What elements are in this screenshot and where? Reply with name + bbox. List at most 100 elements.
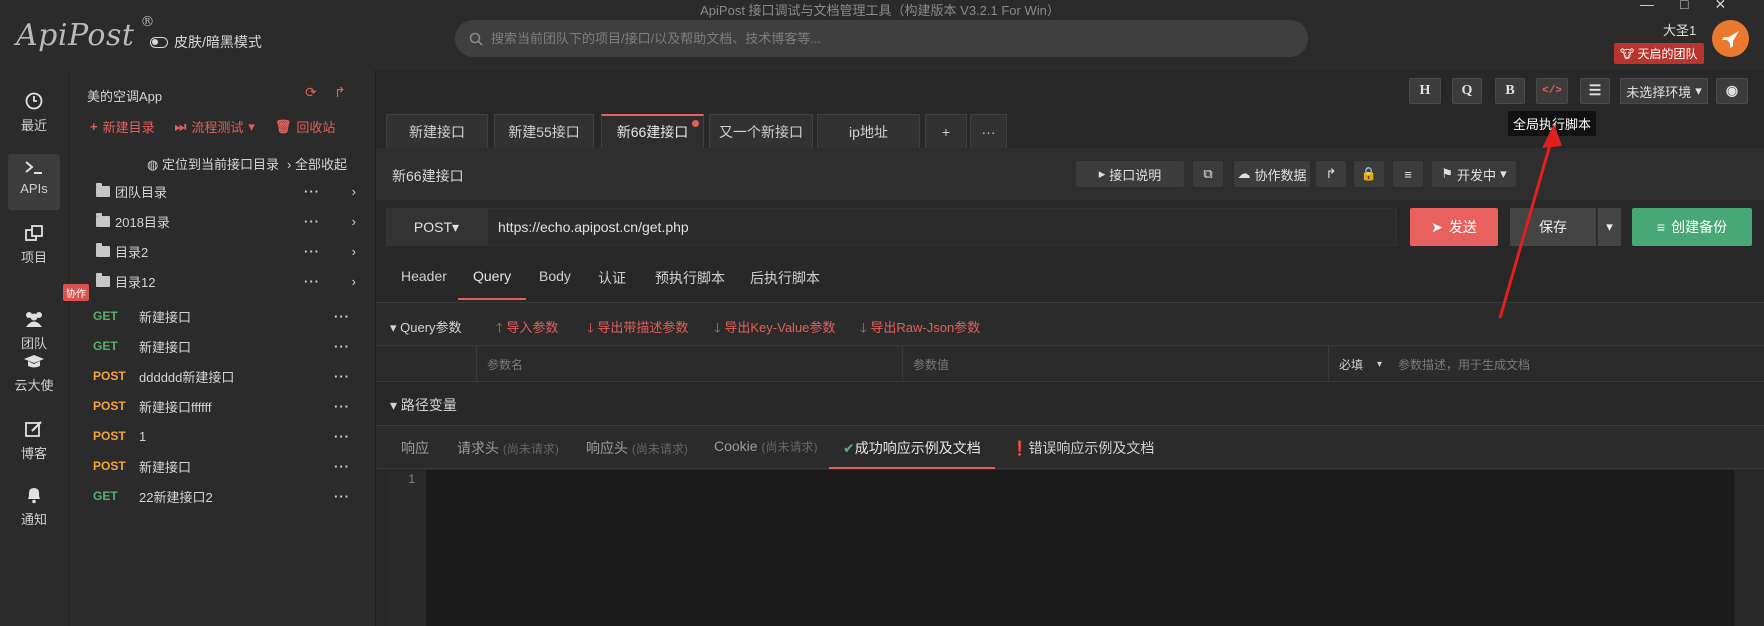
nav-label: 项目: [20, 250, 47, 265]
database-button[interactable]: ≡: [1393, 161, 1423, 187]
maximize-button[interactable]: □: [1680, 0, 1688, 13]
folder-row[interactable]: 目录12 ··· ›: [88, 267, 356, 295]
more-icon[interactable]: ···: [334, 399, 350, 414]
refresh-icon[interactable]: ⟳: [305, 84, 317, 101]
tab-api[interactable]: 又一个新接口: [709, 114, 813, 148]
api-row[interactable]: POST 新建接口 ···: [93, 452, 355, 480]
tab-body[interactable]: Body: [539, 268, 571, 300]
global-search[interactable]: [455, 20, 1308, 57]
recycle-button[interactable]: 🗑 回收站: [275, 117, 336, 136]
url-field[interactable]: [487, 208, 1397, 246]
bold-button[interactable]: B: [1495, 78, 1525, 104]
export-desc-button[interactable]: 🡓 导出带描述参数: [587, 317, 688, 341]
url-input[interactable]: [488, 209, 1396, 245]
api-row[interactable]: GET 新建接口 ···: [93, 302, 355, 330]
create-backup-button[interactable]: ≡ 创建备份: [1632, 208, 1752, 246]
save-dropdown-button[interactable]: ▾: [1597, 208, 1621, 246]
path-vars-toggle[interactable]: ▾ 路径变量: [390, 395, 457, 415]
method-select[interactable]: POST ▾: [386, 208, 487, 246]
export-kv-button[interactable]: 🡓 导出Key-Value参数: [714, 317, 835, 341]
heading-button[interactable]: H: [1409, 78, 1441, 104]
skin-mode-toggle[interactable]: 皮肤/暗黑模式: [150, 32, 262, 52]
chevron-right-icon[interactable]: ›: [352, 184, 356, 199]
chevron-right-icon[interactable]: ›: [352, 244, 356, 259]
more-icon[interactable]: ···: [334, 309, 350, 324]
api-row[interactable]: GET 新建接口 ···: [93, 332, 355, 360]
tab-auth[interactable]: 认证: [598, 268, 626, 300]
query-section-toggle[interactable]: ▾ Query参数: [390, 317, 462, 336]
quote-button[interactable]: Q: [1452, 78, 1482, 104]
more-icon[interactable]: ···: [304, 184, 320, 199]
required-select[interactable]: 必填 ▾: [1328, 346, 1388, 382]
username[interactable]: 大圣1: [1663, 20, 1696, 39]
tab-api[interactable]: 新建接口: [386, 114, 488, 148]
api-row[interactable]: GET 22新建接口2 ···: [93, 482, 355, 510]
param-name-field[interactable]: 参数名: [476, 346, 902, 382]
flow-test-button[interactable]: ⏭ 流程测试 ▾: [175, 117, 255, 136]
code-editor[interactable]: [390, 470, 1734, 626]
send-button[interactable]: ➤ 发送: [1410, 208, 1498, 246]
tab-pre-script[interactable]: 预执行脚本: [655, 268, 725, 300]
search-input[interactable]: [491, 31, 1271, 46]
export-raw-button[interactable]: 🡓 导出Raw-Json参数: [860, 317, 980, 341]
nav-apis[interactable]: APIs: [0, 154, 68, 210]
chevron-right-icon[interactable]: ›: [352, 274, 356, 289]
tab-more-button[interactable]: ···: [970, 114, 1007, 148]
tab-response-headers[interactable]: 响应头 (尚未请求): [586, 438, 688, 469]
api-row[interactable]: POST dddddd新建接口 ···: [93, 362, 355, 390]
folder-row[interactable]: 团队目录 ··· ›: [88, 177, 356, 205]
tab-success-doc[interactable]: ✔成功响应示例及文档: [829, 438, 995, 469]
tab-query[interactable]: Query: [458, 268, 527, 300]
nav-notify[interactable]: 通知: [0, 486, 68, 528]
close-button[interactable]: ✕: [1714, 0, 1726, 13]
more-icon[interactable]: ···: [304, 244, 320, 259]
param-desc-field[interactable]: 参数描述，用于生成文档: [1388, 346, 1764, 382]
folder-row[interactable]: 目录2 ··· ›: [88, 237, 356, 265]
nav-projects[interactable]: 项目: [0, 224, 68, 266]
more-icon[interactable]: ···: [334, 489, 350, 504]
global-script-button[interactable]: </>: [1536, 78, 1568, 104]
param-value-field[interactable]: 参数值: [902, 346, 1328, 382]
tab-post-script[interactable]: 后执行脚本: [750, 268, 820, 300]
import-params-button[interactable]: 🡑 导入参数: [496, 317, 558, 341]
more-icon[interactable]: ···: [334, 429, 350, 444]
chevron-right-icon[interactable]: ›: [352, 214, 356, 229]
tab-request-headers[interactable]: 请求头 (尚未请求): [457, 438, 559, 469]
tab-header[interactable]: Header: [401, 268, 447, 300]
avatar[interactable]: [1712, 20, 1749, 57]
lock-button[interactable]: 🔒: [1354, 161, 1384, 187]
annotation-arrow: [1498, 124, 1562, 319]
api-row[interactable]: POST 1 ···: [93, 422, 355, 450]
more-icon[interactable]: ···: [334, 459, 350, 474]
tab-cookie[interactable]: Cookie (尚未请求): [714, 438, 817, 469]
tab-api-active[interactable]: 新66建接口: [601, 114, 704, 148]
api-row[interactable]: POST 新建接口ffffff ···: [93, 392, 355, 420]
eye-button[interactable]: ◉: [1716, 78, 1748, 104]
more-icon[interactable]: ···: [304, 274, 320, 289]
nav-team[interactable]: 协作 团队: [0, 284, 89, 352]
locate-button[interactable]: ◍ 定位到当前接口目录: [147, 154, 279, 173]
nav-blog[interactable]: 博客: [0, 420, 68, 462]
add-tab-button[interactable]: +: [925, 114, 967, 148]
share-button[interactable]: ↱: [1316, 161, 1346, 187]
nav-recent[interactable]: 最近: [0, 92, 68, 134]
new-dir-button[interactable]: + 新建目录: [90, 117, 155, 136]
share-icon[interactable]: ↱: [334, 84, 346, 101]
folder-row[interactable]: 2018目录 ··· ›: [88, 207, 356, 235]
collab-data-button[interactable]: ☁ 协作数据: [1234, 161, 1310, 187]
copy-button[interactable]: ⧉: [1193, 161, 1223, 187]
more-icon[interactable]: ···: [304, 214, 320, 229]
tab-api[interactable]: ip地址: [817, 114, 920, 148]
collapse-all-button[interactable]: › 全部收起: [287, 154, 347, 173]
team-badge[interactable]: 🐮 天启的团队: [1614, 43, 1704, 64]
sliders-button[interactable]: ☰: [1580, 78, 1610, 104]
nav-ambassador[interactable]: 云大使: [0, 354, 68, 394]
more-icon[interactable]: ···: [334, 369, 350, 384]
more-icon[interactable]: ···: [334, 339, 350, 354]
api-doc-button[interactable]: ▸ 接口说明: [1076, 161, 1184, 187]
env-select[interactable]: 未选择环境 ▾: [1620, 78, 1708, 104]
minimize-button[interactable]: —: [1640, 0, 1654, 13]
tab-error-doc[interactable]: ❗错误响应示例及文档: [1011, 438, 1154, 469]
tab-api[interactable]: 新建55接口: [494, 114, 594, 148]
tab-response[interactable]: 响应: [401, 438, 429, 469]
